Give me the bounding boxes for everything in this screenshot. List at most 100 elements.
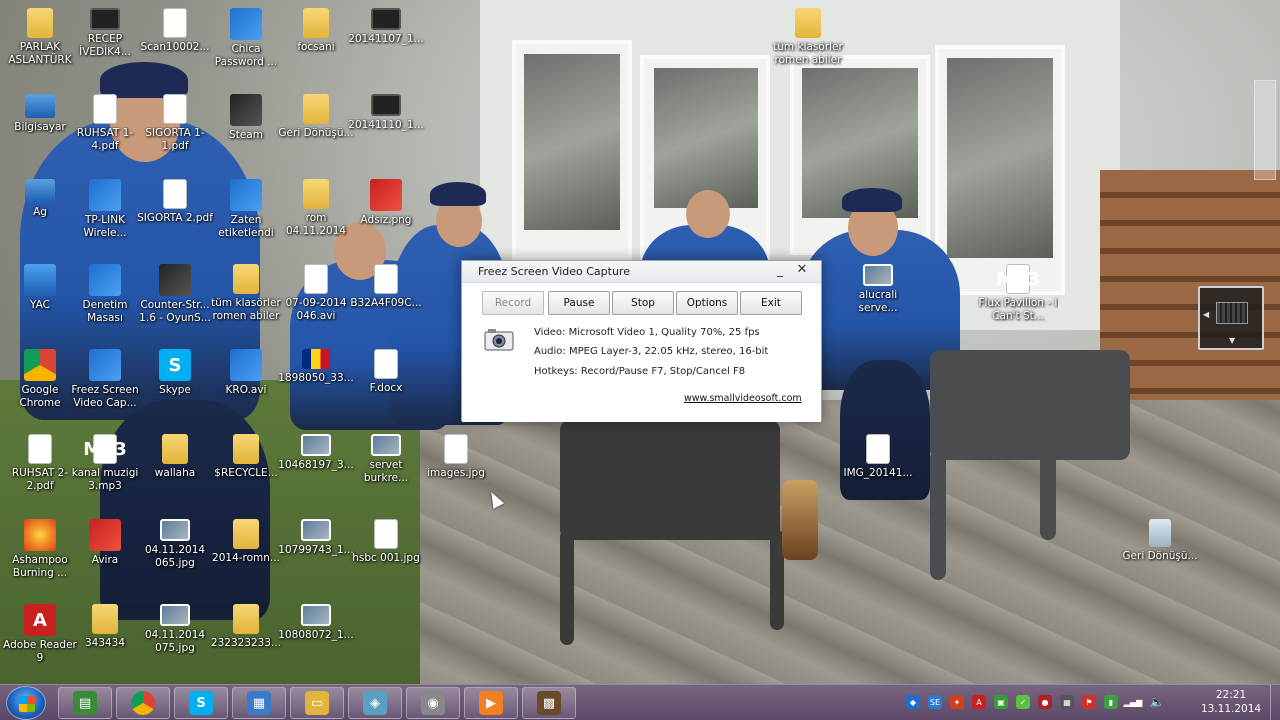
taskbar-chrome[interactable] [116, 687, 170, 719]
desktop-icon[interactable]: B32A4F09C... [346, 260, 426, 344]
desktop-icon[interactable]: 04.11.2014 065.jpg [135, 515, 215, 599]
windows-logo-icon [19, 696, 35, 712]
desktop-icon[interactable]: Counter-Str... 1.6 - OyunS... [135, 260, 215, 344]
red-tray-icon[interactable]: ● [1038, 695, 1052, 709]
exit-button[interactable]: Exit [740, 291, 802, 315]
flag-tray-icon[interactable]: ⚑ [1082, 695, 1096, 709]
taskbar-control-panel[interactable]: ▦ [232, 687, 286, 719]
taskbar-explorer[interactable]: ▭ [290, 687, 344, 719]
close-button[interactable]: ✕ [795, 262, 809, 277]
desktop-icon[interactable]: 343434 [65, 600, 145, 684]
desktop-icon[interactable]: RUHSAT 1-4.pdf [65, 90, 145, 174]
desktop-icon[interactable]: 10468197_3... [276, 430, 356, 514]
volume-icon[interactable]: 🔈 [1150, 695, 1165, 709]
cpu-tray-icon[interactable]: ▦ [1060, 695, 1074, 709]
desktop-icon[interactable]: tüm klasörler romen abiler [206, 260, 286, 344]
language-icon[interactable]: SE [928, 695, 942, 709]
taskbar-camera[interactable]: ◉ [406, 687, 460, 719]
green-tray-icon[interactable]: ▣ [994, 695, 1008, 709]
desktop-icon[interactable]: Adsız.png [346, 175, 426, 259]
desktop-icon[interactable]: Steam [206, 90, 286, 174]
desktop-icon[interactable]: wallaha [135, 430, 215, 514]
desktop-icon[interactable]: servet burkre... [346, 430, 426, 514]
tool-icon[interactable]: ✦ [950, 695, 964, 709]
desktop-icon[interactable]: 07-09-2014 046.avi [276, 260, 356, 344]
desktop-icon[interactable]: SIGORTA 1-1.pdf [135, 90, 215, 174]
desktop-icon-label: Steam [229, 129, 263, 141]
desktop-icon[interactable]: Scan10002... [135, 4, 215, 88]
desktop-icon[interactable]: 04.11.2014 075.jpg [135, 600, 215, 684]
minimize-button[interactable]: _ [773, 263, 787, 277]
desktop-icon[interactable]: 1898050_33... [276, 345, 356, 429]
desktop-icon[interactable]: RECEP İVEDİK4... [65, 4, 145, 88]
chrome-icon [24, 349, 56, 381]
desktop-icon[interactable]: SIGORTA 2.pdf [135, 175, 215, 259]
taskbar-network[interactable]: ◈ [348, 687, 402, 719]
application-icon [89, 179, 121, 211]
desktop-icon[interactable]: 10808072_1... [276, 600, 356, 684]
camera-icon [484, 329, 514, 351]
screen-capture-widget[interactable]: ◀ ▼ [1198, 286, 1264, 350]
stop-button[interactable]: Stop [612, 291, 674, 315]
desktop-icon[interactable]: Avira [65, 515, 145, 599]
start-button[interactable] [6, 686, 46, 720]
flag-image-icon [302, 349, 330, 369]
taskbar-skype[interactable]: S [174, 687, 228, 719]
desktop-icon[interactable]: rom 04.11.2014 [276, 175, 356, 259]
desktop-icon[interactable]: 20141110_1... [346, 90, 426, 174]
check-tray-icon[interactable]: ✓ [1016, 695, 1030, 709]
desktop-icon-label: rom 04.11.2014 [285, 212, 347, 237]
taskbar-minecraft[interactable]: ▩ [522, 687, 576, 719]
desktop-icon[interactable]: W F.docx [346, 345, 426, 429]
desktop-icon[interactable]: Geri Dönüşü... [276, 90, 356, 174]
desktop-icon[interactable]: Geri Dönüşü... [1120, 515, 1200, 599]
desktop-icon[interactable]: 20141107_1... [346, 4, 426, 88]
image-file-icon [863, 264, 893, 286]
pause-button[interactable]: Pause [548, 291, 610, 315]
desktop-icon[interactable]: S Skype [135, 345, 215, 429]
desktop-icon[interactable]: Freez Screen Video Cap... [65, 345, 145, 429]
desktop-icon[interactable]: images.jpg [416, 430, 496, 514]
desktop-icon[interactable]: hsbc 001.jpg [346, 515, 426, 599]
computer-icon [25, 94, 55, 118]
show-desktop-button[interactable] [1270, 685, 1280, 720]
desktop-icon[interactable]: Chica Password ... [206, 4, 286, 88]
desktop-icon[interactable]: 10799743_1... [276, 515, 356, 599]
desktop-icon[interactable]: 232323233... [206, 600, 286, 684]
document-icon [374, 264, 398, 294]
desktop-icon-label: 2014-romn... [212, 552, 280, 564]
network-icon[interactable]: ▂▄▆ [1124, 695, 1142, 709]
desktop-icon[interactable]: Denetim Masası [65, 260, 145, 344]
desktop-icon-label: 343434 [84, 637, 126, 649]
document-icon [444, 434, 468, 464]
desktop-side-strip [1254, 80, 1276, 180]
desktop-icon-label: 04.11.2014 065.jpg [144, 544, 206, 569]
desktop-icon[interactable]: 2014-romn... [206, 515, 286, 599]
desktop-icon[interactable]: MP3 Flux Pavilion - I Can't St... [978, 260, 1058, 344]
desktop-icon[interactable]: alucrali serve... [838, 260, 918, 344]
taskbar-clock[interactable]: 22:21 13.11.2014 [1196, 688, 1266, 716]
desktop-icon[interactable]: $RECYCLE... [206, 430, 286, 514]
desktop-icon[interactable]: KRO.avi [206, 345, 286, 429]
taskbar-media-player[interactable]: ▶ [464, 687, 518, 719]
taskbar-task-manager[interactable]: ▤ [58, 687, 112, 719]
desktop-icon[interactable]: Zaten etiketlendi [206, 175, 286, 259]
avira-tray-icon[interactable]: A [972, 695, 986, 709]
image-file-icon [160, 519, 190, 541]
desktop-icon-label: Denetim Masası [82, 299, 128, 324]
website-link[interactable]: www.smallvideosoft.com [684, 393, 802, 404]
desktop-icon-label: tüm klasörler romen abiler [773, 41, 843, 66]
audio-settings-text: Audio: MPEG Layer-3, 22.05 kHz, stereo, … [534, 346, 769, 357]
desktop-icon[interactable]: MP3 kanal muzigi 3.mp3 [65, 430, 145, 514]
dialog-titlebar[interactable]: Freez Screen Video Capture _ ✕ [462, 261, 821, 283]
shield-icon[interactable]: ◆ [906, 695, 920, 709]
burning-icon [24, 519, 56, 551]
desktop-icon[interactable]: focsani [276, 4, 356, 88]
signal-tray-icon[interactable]: ▮ [1104, 695, 1118, 709]
options-button[interactable]: Options [676, 291, 738, 315]
desktop-icon[interactable]: TP-LINK Wirele... [65, 175, 145, 259]
desktop-icon-label: hsbc 001.jpg [352, 552, 420, 564]
desktop-icon[interactable]: IMG_20141... [838, 430, 918, 514]
desktop-icon[interactable]: tüm klasörler romen abiler [768, 4, 848, 88]
record-button[interactable]: Record [482, 291, 544, 315]
